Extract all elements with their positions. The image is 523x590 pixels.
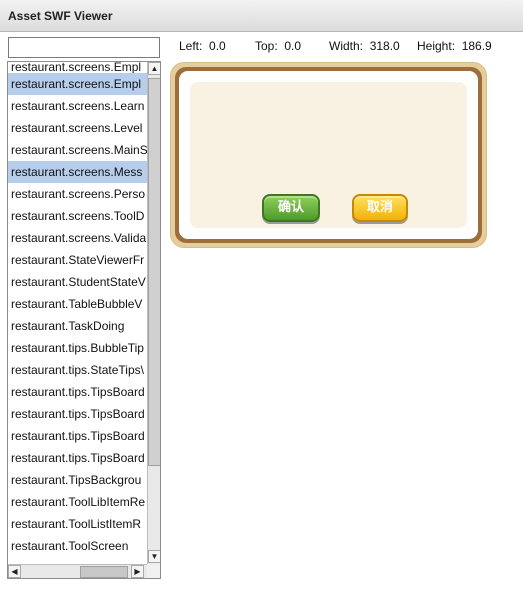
list-item[interactable]: restaurant.tips.TipsBoard [8,381,147,403]
width-label: Width: [329,39,364,53]
left-label: Left: [179,39,203,53]
dialog-frame: 确认 取消 [175,67,482,243]
list-item[interactable]: restaurant.tips.BubbleTip [8,337,147,359]
asset-preview-dialog: 确认 取消 [170,62,487,248]
scroll-up-button[interactable]: ▲ [148,62,160,75]
list-item-highlighted[interactable]: restaurant.screens.Empl [8,73,147,95]
height-metric: Height: 186.9 [417,39,492,53]
scroll-left-button[interactable]: ◀ [8,565,21,578]
horizontal-scrollbar[interactable]: ◀ ▶ [8,564,147,578]
list-item[interactable]: restaurant.ToolScreen [8,535,147,557]
horizontal-scroll-thumb[interactable] [80,566,128,578]
vertical-scroll-thumb[interactable] [148,78,160,466]
top-label: Top: [255,39,278,53]
list-item[interactable]: restaurant.screens.Empl [8,62,147,73]
left-value: 0.0 [209,39,226,53]
scrollbar-corner [147,564,160,578]
list-item[interactable]: restaurant.screens.Perso [8,183,147,205]
list-item[interactable]: restaurant.screens.ToolD [8,205,147,227]
list-item[interactable]: restaurant.tips.TipsBoard [8,447,147,469]
confirm-button[interactable]: 确认 [262,194,320,222]
list-item[interactable]: restaurant.StateViewerFr [8,249,147,271]
title-bar: Asset SWF Viewer [0,0,523,32]
height-label: Height: [417,39,456,53]
top-metric: Top: 0.0 [255,39,301,53]
scroll-down-button[interactable]: ▼ [148,550,160,563]
top-value: 0.0 [284,39,302,53]
list-item[interactable]: restaurant.ToolListItemR [8,513,147,535]
list-item[interactable]: restaurant.TipsBackgrou [8,469,147,491]
left-metric: Left: 0.0 [179,39,226,53]
dialog-border: 确认 取消 [179,71,478,239]
window-title: Asset SWF Viewer [8,9,113,23]
scroll-right-button[interactable]: ▶ [131,565,144,578]
list-item[interactable]: restaurant.TaskDoing [8,315,147,337]
list-item[interactable]: restaurant.StudentStateV [8,271,147,293]
vertical-scrollbar[interactable]: ▲ ▼ [147,62,160,564]
search-input[interactable] [8,37,160,58]
list-item[interactable]: restaurant.screens.Learn [8,95,147,117]
list-item[interactable]: restaurant.tips.TipsBoard [8,425,147,447]
list-item[interactable]: restaurant.screens.Level [8,117,147,139]
dialog-content [190,82,467,228]
chevron-up-icon: ▲ [150,63,159,73]
height-value: 186.9 [461,39,492,53]
class-list-items[interactable]: restaurant.screens.Empl restaurant.scree… [8,62,147,564]
list-item[interactable]: restaurant.ToolLibItemRe [8,491,147,513]
class-list[interactable]: restaurant.screens.Empl restaurant.scree… [7,61,161,579]
cancel-button[interactable]: 取消 [352,194,408,222]
list-item[interactable]: restaurant.screens.MainS [8,139,147,161]
width-value: 318.0 [369,39,400,53]
list-item[interactable]: restaurant.screens.Valida [8,227,147,249]
list-item[interactable]: restaurant.tips.StateTips\ [8,359,147,381]
list-item-selected[interactable]: restaurant.screens.Mess [8,161,147,183]
chevron-left-icon: ◀ [11,566,18,576]
width-metric: Width: 318.0 [329,39,400,53]
list-item[interactable]: restaurant.TableBubbleV [8,293,147,315]
chevron-down-icon: ▼ [150,551,159,561]
chevron-right-icon: ▶ [134,566,141,576]
list-item[interactable]: restaurant.tips.TipsBoard [8,403,147,425]
